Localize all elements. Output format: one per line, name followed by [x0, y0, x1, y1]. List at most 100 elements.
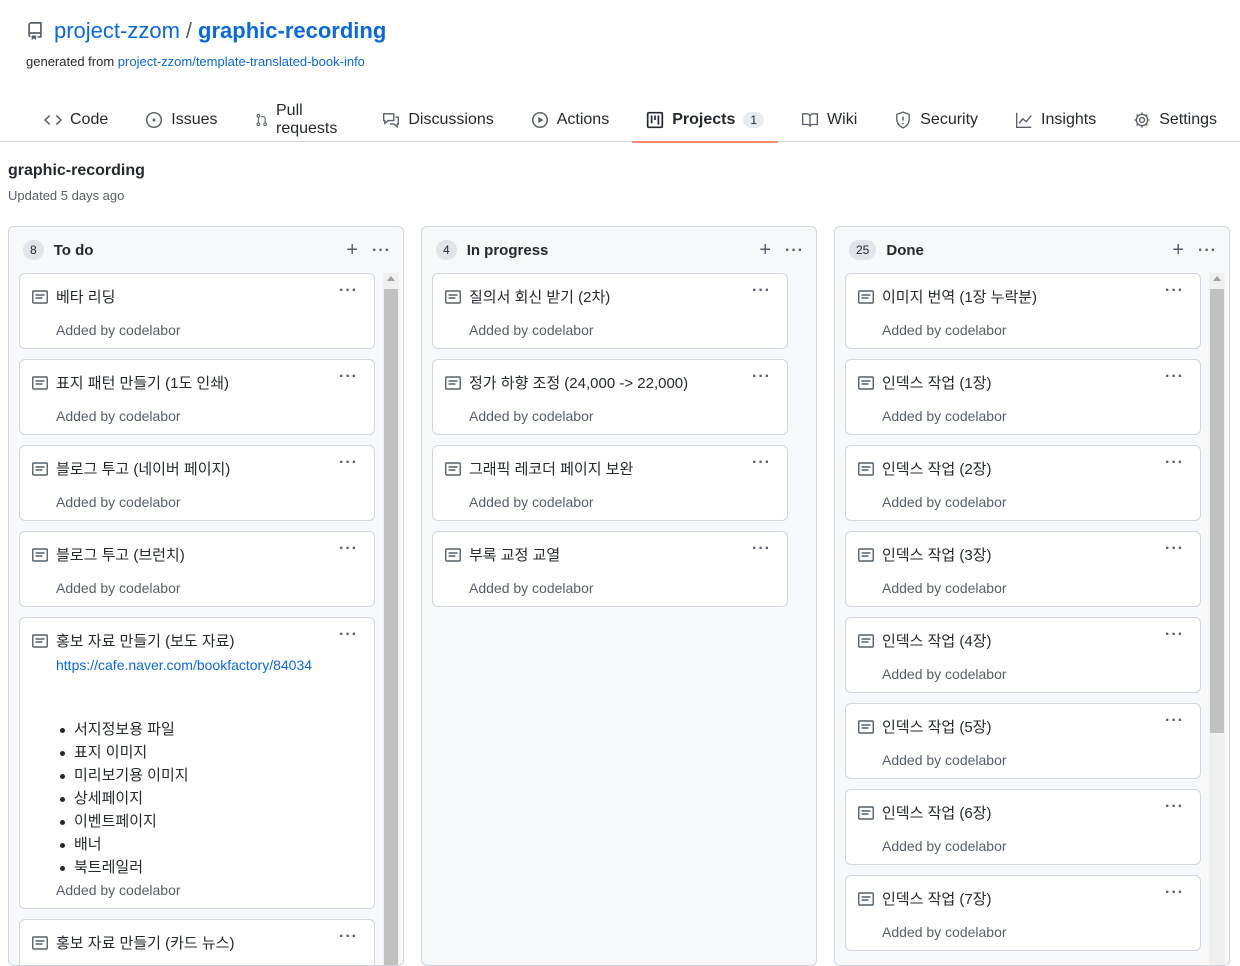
project-card[interactable]: 그래픽 레코더 페이지 보완 ··· Added by codelabor	[432, 445, 788, 521]
project-card[interactable]: 이미지 번역 (1장 누락분) ··· Added by codelabor	[845, 273, 1201, 349]
tab-actions[interactable]: Actions	[517, 98, 623, 142]
tab-code[interactable]: Code	[30, 98, 122, 142]
column-scrollbar[interactable]	[383, 273, 399, 965]
column-count-badge: 8	[23, 240, 44, 260]
card-added-by: Added by codelabor	[56, 494, 181, 510]
tab-security[interactable]: Security	[880, 98, 992, 142]
card-menu-button[interactable]: ···	[752, 540, 771, 558]
card-added-by: Added by codelabor	[882, 924, 1007, 940]
project-icon	[647, 111, 664, 129]
project-card[interactable]: 정가 하향 조정 (24,000 -> 22,000) ··· Added by c…	[432, 359, 788, 435]
tab-label: Pull requests	[276, 102, 338, 137]
card-title: 인덱스 작업 (2장)	[882, 461, 992, 478]
card-menu-button[interactable]: ···	[752, 282, 771, 300]
scroll-up-arrow-icon[interactable]	[1213, 276, 1221, 281]
card-added-by: Added by codelabor	[469, 322, 594, 338]
note-icon	[858, 892, 874, 906]
card-title: 그래픽 레코더 페이지 보완	[469, 461, 634, 478]
project-card[interactable]: 부록 교정 교열 ··· Added by codelabor	[432, 531, 788, 607]
card-menu-button[interactable]: ···	[339, 368, 358, 386]
column-header: 25 Done + ···	[835, 227, 1229, 273]
template-repo-link[interactable]: project-zzom/template-translated-book-in…	[118, 54, 365, 69]
card-bullet-item: 북트레일러	[60, 856, 189, 879]
project-card[interactable]: 인덱스 작업 (3장) ··· Added by codelabor	[845, 531, 1201, 607]
card-menu-button[interactable]: ···	[1165, 626, 1184, 644]
card-added-by: Added by codelabor	[882, 322, 1007, 338]
project-card[interactable]: 홍보 자료 만들기 (보도 자료) ··· https://cafe.naver.c…	[19, 617, 375, 909]
project-card[interactable]: 인덱스 작업 (2장) ··· Added by codelabor	[845, 445, 1201, 521]
card-menu-button[interactable]: ···	[1165, 368, 1184, 386]
card-menu-button[interactable]: ···	[1165, 540, 1184, 558]
tab-issues[interactable]: Issues	[131, 98, 231, 142]
tab-label: Discussions	[408, 111, 494, 128]
card-bullet-item: 이벤트페이지	[60, 810, 189, 833]
card-title: 베타 리딩	[56, 289, 116, 306]
tab-projects[interactable]: Projects 1	[632, 98, 778, 143]
project-card[interactable]: 표지 패턴 만들기 (1도 인쇄) ··· Added by codelabor	[19, 359, 375, 435]
column-title: In progress	[466, 241, 549, 259]
card-added-by: Added by codelabor	[882, 666, 1007, 682]
repo-owner-link[interactable]: project-zzom	[54, 18, 180, 44]
card-menu-button[interactable]: ···	[339, 454, 358, 472]
card-title: 질의서 회신 받기 (2차)	[469, 289, 611, 306]
tab-pull-requests[interactable]: Pull requests	[241, 98, 360, 142]
project-card[interactable]: 인덱스 작업 (7장) ··· Added by codelabor	[845, 875, 1201, 951]
scrollbar-thumb[interactable]	[384, 289, 398, 965]
card-menu-button[interactable]: ···	[339, 928, 358, 946]
project-card[interactable]: 블로그 투고 (네이버 페이지) ··· Added by codelabor	[19, 445, 375, 521]
note-icon	[32, 936, 48, 950]
scrollbar-thumb[interactable]	[1210, 289, 1224, 733]
project-card[interactable]: 인덱스 작업 (1장) ··· Added by codelabor	[845, 359, 1201, 435]
tab-label: Wiki	[827, 111, 858, 128]
note-icon	[32, 462, 48, 476]
column-count-badge: 4	[436, 240, 457, 260]
column-title: To do	[53, 241, 94, 259]
card-menu-button[interactable]: ···	[339, 540, 358, 558]
project-card[interactable]: 홍보 자료 만들기 (카드 뉴스) ···	[19, 919, 375, 965]
card-menu-button[interactable]: ···	[1165, 712, 1184, 730]
note-icon	[445, 548, 461, 562]
column-menu-button[interactable]: ···	[1198, 242, 1217, 260]
card-added-by: Added by codelabor	[882, 752, 1007, 768]
column-menu-button[interactable]: ···	[372, 242, 391, 260]
card-menu-button[interactable]: ···	[1165, 454, 1184, 472]
project-card[interactable]: 블로그 투고 (브런치) ··· Added by codelabor	[19, 531, 375, 607]
project-card[interactable]: 인덱스 작업 (4장) ··· Added by codelabor	[845, 617, 1201, 693]
project-card[interactable]: 인덱스 작업 (5장) ··· Added by codelabor	[845, 703, 1201, 779]
project-card[interactable]: 질의서 회신 받기 (2차) ··· Added by codelabor	[432, 273, 788, 349]
tab-label: Code	[70, 111, 109, 128]
card-menu-button[interactable]: ···	[339, 282, 358, 300]
card-menu-button[interactable]: ···	[752, 368, 771, 386]
card-title: 표지 패턴 만들기 (1도 인쇄)	[56, 375, 230, 392]
repo-name-link[interactable]: graphic-recording	[198, 18, 386, 44]
card-bullet-item: 배너	[60, 833, 189, 856]
tab-wiki[interactable]: Wiki	[787, 98, 871, 142]
scroll-up-arrow-icon[interactable]	[387, 276, 395, 281]
project-card[interactable]: 베타 리딩 ··· Added by codelabor	[19, 273, 375, 349]
card-link[interactable]: https://cafe.naver.com/bookfactory/84034	[56, 654, 346, 676]
project-card[interactable]: 인덱스 작업 (6장) ··· Added by codelabor	[845, 789, 1201, 865]
card-menu-button[interactable]: ···	[1165, 282, 1184, 300]
column-count-badge: 25	[849, 240, 877, 260]
card-menu-button[interactable]: ···	[1165, 798, 1184, 816]
card-bullet-item: 표지 이미지	[60, 741, 189, 764]
note-icon	[445, 462, 461, 476]
column-menu-button[interactable]: ···	[785, 242, 804, 260]
card-added-by: Added by codelabor	[56, 408, 181, 424]
tab-discussions[interactable]: Discussions	[368, 98, 507, 142]
card-menu-button[interactable]: ···	[339, 626, 358, 644]
card-menu-button[interactable]: ···	[752, 454, 771, 472]
repo-title: project-zzom / graphic-recording	[26, 18, 386, 44]
add-card-button[interactable]: +	[759, 239, 771, 262]
card-added-by: Added by codelabor	[469, 408, 594, 424]
tab-insights[interactable]: Insights	[1001, 98, 1110, 142]
card-menu-button[interactable]: ···	[1165, 884, 1184, 902]
add-card-button[interactable]: +	[1172, 239, 1184, 262]
tab-settings[interactable]: Settings	[1119, 98, 1231, 142]
column-scrollbar[interactable]	[1209, 273, 1225, 965]
card-title: 이미지 번역 (1장 누락분)	[882, 289, 1038, 306]
play-icon	[531, 111, 548, 129]
card-title: 인덱스 작업 (3장)	[882, 547, 992, 564]
card-added-by: Added by codelabor	[56, 580, 181, 596]
add-card-button[interactable]: +	[346, 239, 358, 262]
